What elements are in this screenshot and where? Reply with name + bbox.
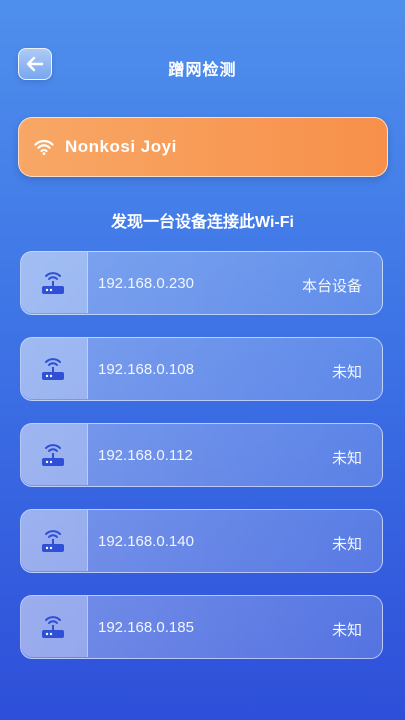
- device-row[interactable]: 192.168.0.230 本台设备: [20, 251, 383, 315]
- device-ip: 192.168.0.185: [98, 619, 194, 636]
- router-icon: [42, 272, 64, 294]
- device-icon-box: [21, 338, 88, 399]
- page-title: 蹭网检测: [168, 62, 237, 79]
- device-row[interactable]: 192.168.0.140 未知: [20, 509, 383, 573]
- device-count-text: 发现一台设备连接此Wi-Fi: [111, 214, 294, 231]
- wifi-network-card[interactable]: Nonkosi Joyi: [18, 117, 388, 177]
- device-row[interactable]: 192.168.0.108 未知: [20, 337, 383, 401]
- router-icon: [42, 530, 64, 552]
- device-ip: 192.168.0.112: [98, 447, 193, 464]
- device-icon-box: [21, 510, 88, 571]
- device-status: 未知: [331, 450, 362, 467]
- device-ip: 192.168.0.108: [98, 361, 194, 378]
- device-row[interactable]: 192.168.0.112 未知: [20, 423, 383, 487]
- device-ip: 192.168.0.230: [98, 275, 194, 292]
- router-icon: [42, 444, 64, 466]
- device-icon-box: [21, 596, 88, 657]
- router-icon: [42, 616, 64, 638]
- wifi-name: Nonkosi Joyi: [65, 137, 177, 156]
- device-ip: 192.168.0.140: [98, 533, 194, 550]
- device-status: 未知: [331, 622, 362, 639]
- device-icon-box: [21, 424, 88, 485]
- device-row[interactable]: 192.168.0.185 未知: [20, 595, 383, 659]
- device-list: 192.168.0.230 本台设备 192.168.0.108 未知 192.…: [20, 251, 383, 681]
- wifi-icon: [34, 139, 54, 155]
- device-icon-box: [21, 252, 88, 313]
- router-icon: [42, 358, 64, 380]
- header: 蹭网检测: [0, 0, 405, 130]
- device-status: 未知: [331, 364, 362, 381]
- device-status: 本台设备: [301, 278, 362, 295]
- device-status: 未知: [331, 536, 362, 553]
